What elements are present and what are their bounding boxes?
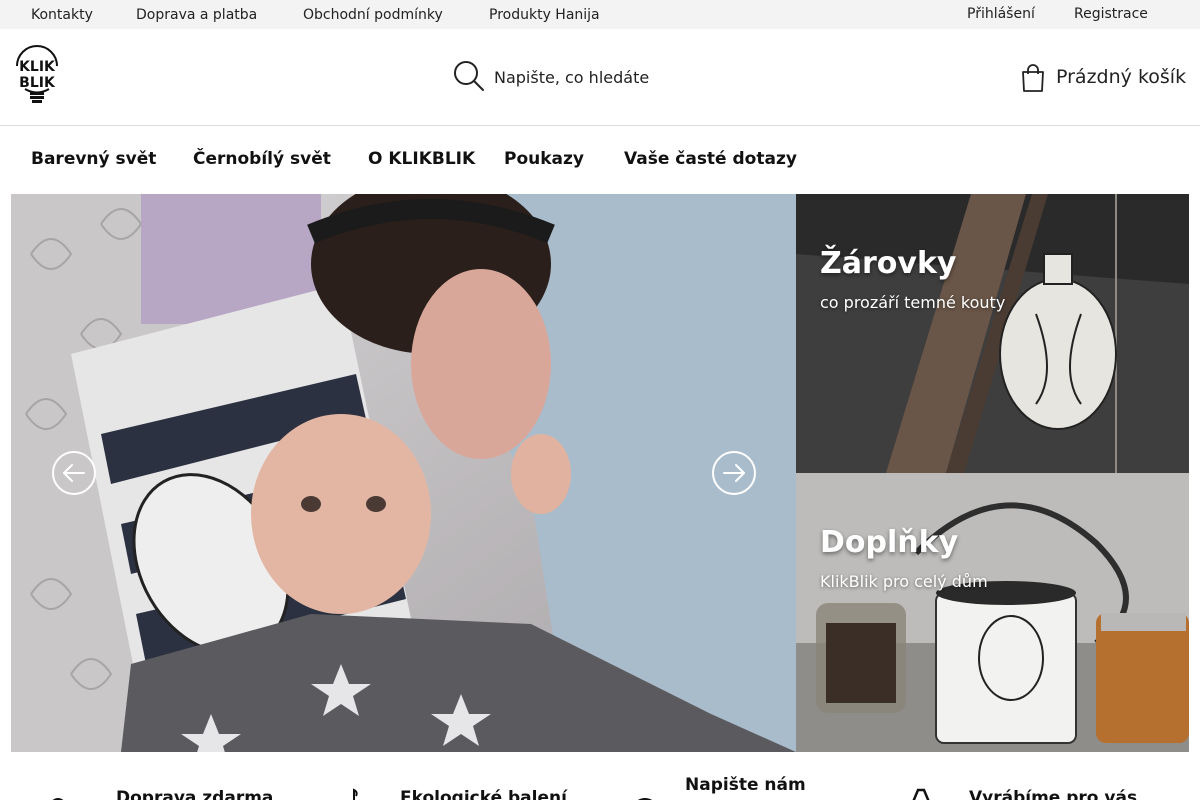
topbar-link-produkty[interactable]: Produkty Hanija bbox=[489, 7, 600, 23]
benefit-ekologicke-baleni: Ekologické balení bbox=[400, 788, 567, 800]
hero-photo bbox=[11, 194, 796, 752]
handmade-lamp-icon bbox=[912, 788, 930, 800]
cart-button[interactable]: Prázdný košík bbox=[1020, 63, 1195, 95]
nav-item-cernobily-svet[interactable]: Černobílý svět bbox=[193, 149, 331, 169]
tile-photo-mug bbox=[796, 473, 1189, 752]
register-link[interactable]: Registrace bbox=[1074, 6, 1148, 22]
nav-item-caste-dotazy[interactable]: Vaše časté dotazy bbox=[624, 149, 797, 169]
login-link[interactable]: Přihlášení bbox=[967, 6, 1035, 22]
tile-subtitle: KlikBlik pro celý dům bbox=[820, 572, 988, 591]
topbar-link-podminky[interactable]: Obchodní podmínky bbox=[303, 7, 443, 23]
benefits-strip: Doprava zdarma Ekologické balení Napište… bbox=[0, 752, 1200, 800]
search-bar bbox=[452, 59, 772, 95]
site-header: KLIK BLIK Prázdný košík bbox=[0, 29, 1200, 126]
lightbulb-logo-icon: KLIK BLIK bbox=[16, 45, 58, 103]
arrow-left-circle-icon[interactable] bbox=[51, 450, 97, 496]
hero-slider[interactable] bbox=[11, 194, 796, 752]
delivery-truck-icon bbox=[52, 798, 64, 800]
benefit-vyrabime-pro-vas: Vyrábíme pro vás bbox=[969, 788, 1138, 800]
search-icon[interactable] bbox=[452, 59, 486, 93]
tile-title: Žárovky bbox=[820, 246, 957, 281]
nav-item-barevny-svet[interactable]: Barevný svět bbox=[31, 149, 156, 169]
eco-leaf-icon bbox=[353, 788, 358, 800]
tile-photo-bulbs bbox=[796, 194, 1189, 473]
topbar-link-doprava[interactable]: Doprava a platba bbox=[136, 7, 257, 23]
chat-bubble-icon bbox=[637, 798, 653, 800]
category-tile-doplnky[interactable]: Doplňky KlikBlik pro celý dům bbox=[796, 473, 1189, 752]
benefit-napiste-nam[interactable]: Napište nám bbox=[685, 775, 806, 795]
arrow-right-circle-icon[interactable] bbox=[711, 450, 757, 496]
nav-item-o-klikblik[interactable]: O KLIKBLIK bbox=[368, 149, 475, 169]
topbar-link-kontakty[interactable]: Kontakty bbox=[31, 7, 93, 23]
top-utility-bar: Kontakty Doprava a platba Obchodní podmí… bbox=[0, 0, 1200, 29]
search-input[interactable] bbox=[494, 64, 764, 90]
svg-text:BLIK: BLIK bbox=[19, 75, 56, 91]
tile-title: Doplňky bbox=[820, 525, 959, 560]
shopping-bag-icon bbox=[1022, 64, 1044, 92]
benefit-doprava-zdarma: Doprava zdarma bbox=[116, 788, 274, 800]
main-navigation: Barevný svět Černobílý svět O KLIKBLIK P… bbox=[0, 126, 1200, 194]
tile-subtitle: co prozáří temné kouty bbox=[820, 293, 1006, 312]
nav-item-poukazy[interactable]: Poukazy bbox=[504, 149, 584, 169]
svg-text:KLIK: KLIK bbox=[19, 59, 56, 75]
category-tile-zarovky[interactable]: Žárovky co prozáří temné kouty bbox=[796, 194, 1189, 473]
site-logo[interactable]: KLIK BLIK bbox=[11, 44, 63, 106]
cart-label: Prázdný košík bbox=[1056, 66, 1187, 88]
